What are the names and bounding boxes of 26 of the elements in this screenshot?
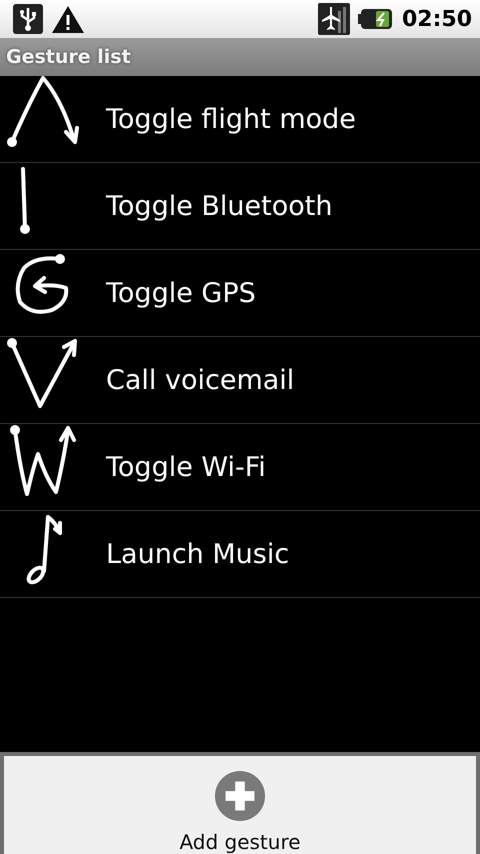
gesture-label: Toggle Wi-Fi [106, 452, 266, 482]
clock-time: 02:50 [402, 6, 472, 32]
gesture-item[interactable]: Launch Music [0, 511, 480, 598]
battery-charging-icon [358, 8, 392, 30]
gesture-stroke-icon [6, 336, 78, 408]
gesture-label: Toggle GPS [106, 278, 256, 308]
screen-title: Gesture list [6, 46, 131, 68]
gesture-stroke-icon [19, 166, 31, 234]
gesture-item[interactable]: Toggle GPS [0, 250, 480, 337]
gesture-stroke-icon [9, 424, 77, 496]
gesture-stroke-icon [5, 74, 80, 148]
warning-icon [51, 4, 85, 34]
gesture-stroke-icon [14, 252, 69, 314]
gesture-label: Toggle Bluetooth [106, 190, 332, 222]
usb-icon [13, 4, 43, 34]
gesture-label: Launch Music [106, 538, 290, 570]
gesture-item[interactable]: Toggle Bluetooth [0, 163, 480, 250]
add-gesture-button[interactable]: Add gesture [4, 756, 476, 854]
add-icon [213, 770, 267, 822]
gesture-item[interactable]: Toggle Wi-Fi [0, 424, 480, 511]
airplane-mode-icon [318, 3, 350, 35]
gesture-label: Call voicemail [106, 364, 294, 396]
gesture-label: Toggle flight mode [106, 104, 356, 134]
gesture-item[interactable]: Call voicemail [0, 337, 480, 424]
gesture-stroke-icon [24, 514, 63, 584]
gesture-item[interactable]: Toggle flight mode [0, 76, 480, 163]
